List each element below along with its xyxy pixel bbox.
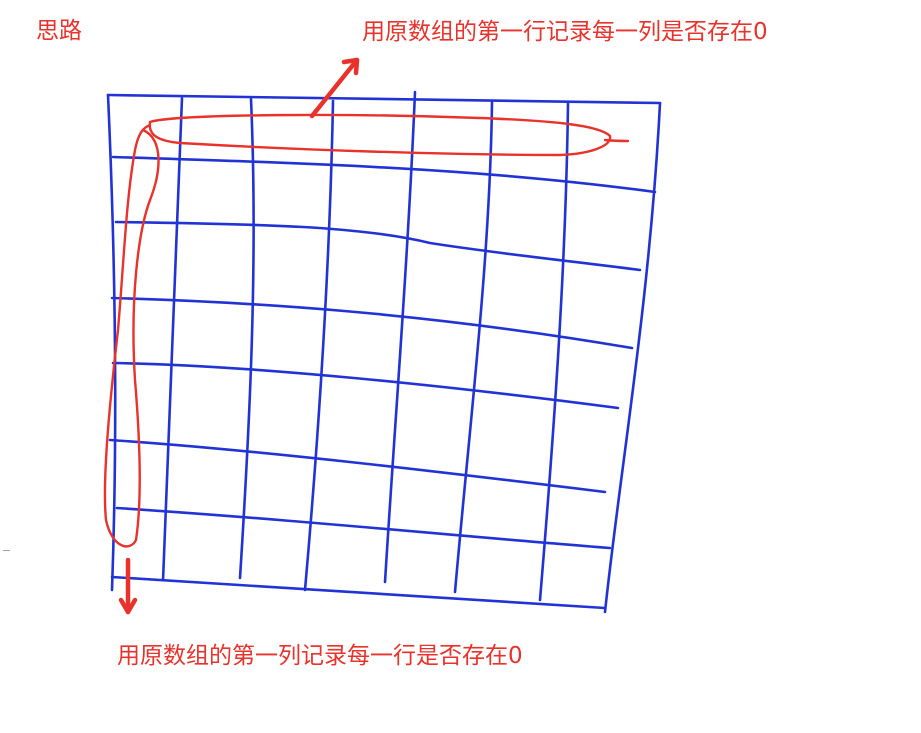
grid-v-line-2 bbox=[161, 96, 184, 582]
grid-v-line-8 bbox=[603, 101, 662, 614]
grid-h-line-3 bbox=[114, 220, 642, 272]
grid-v-line-4 bbox=[303, 99, 335, 592]
grid-h-line-8 bbox=[110, 575, 607, 610]
grid-h-line-6 bbox=[108, 438, 607, 494]
grid-v-line-7 bbox=[538, 101, 570, 602]
grid-v-line-5 bbox=[383, 90, 417, 584]
grid-horizontal-lines bbox=[106, 93, 662, 610]
grid-sketch-svg bbox=[103, 57, 662, 615]
top-annotation-arrow bbox=[309, 57, 360, 119]
grid-v-line-1 bbox=[106, 93, 117, 592]
first-column-highlight-loop bbox=[103, 123, 160, 548]
grid-vertical-lines bbox=[106, 90, 662, 614]
first-row-highlight-loop bbox=[148, 113, 630, 157]
grid-h-line-1 bbox=[106, 93, 662, 105]
grid-v-line-3 bbox=[238, 97, 255, 580]
grid-h-line-2 bbox=[111, 155, 657, 194]
grid-h-line-7 bbox=[115, 506, 612, 550]
grid-h-line-4 bbox=[110, 296, 634, 350]
grid-h-line-5 bbox=[111, 361, 620, 410]
